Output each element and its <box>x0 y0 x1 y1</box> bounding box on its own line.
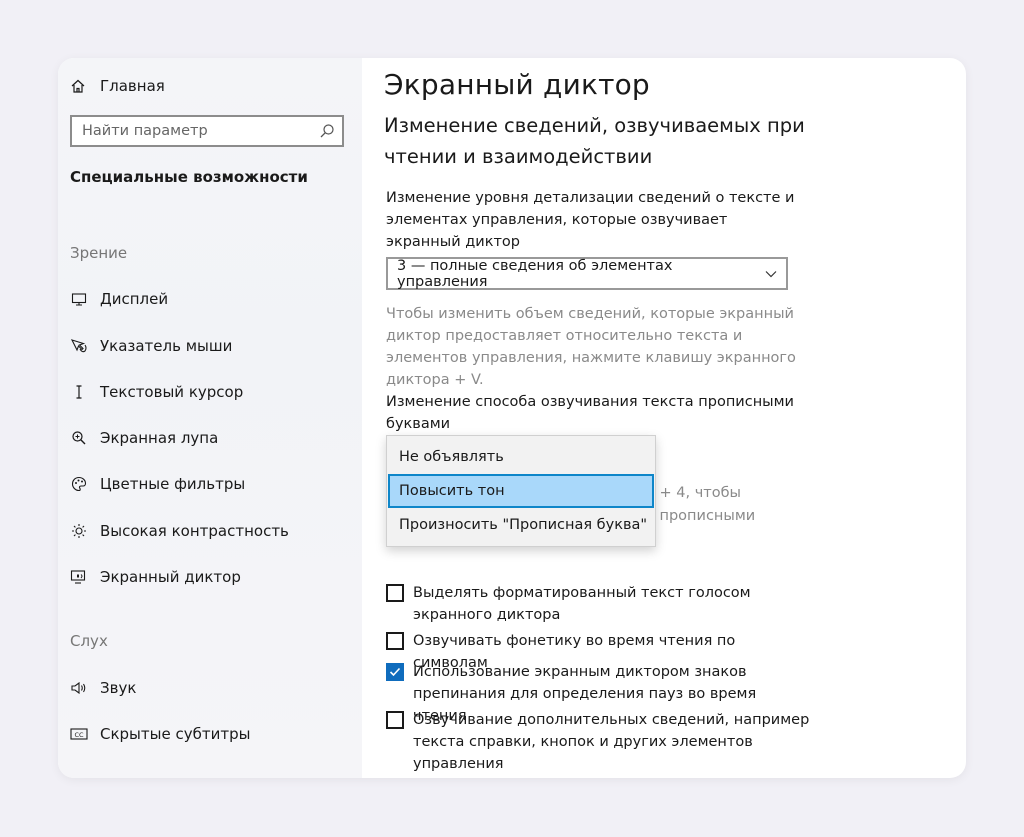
search-icon[interactable] <box>312 123 342 139</box>
speaker-icon <box>70 679 88 697</box>
extra-info-checkbox[interactable] <box>386 711 404 729</box>
checkbox-row-extra-info[interactable]: Озвучивание дополнительных сведений, нап… <box>386 709 813 775</box>
sidebar-item-label: Экранная лупа <box>100 429 219 447</box>
sidebar-item-magnifier[interactable]: Экранная лупа <box>70 426 350 450</box>
sidebar-item-label: Звук <box>100 679 137 697</box>
main-content: Экранный диктор Изменение сведений, озву… <box>384 58 944 778</box>
sidebar-item-high-contrast[interactable]: Высокая контрастность <box>70 519 350 543</box>
sidebar-item-label: Цветные фильтры <box>100 475 246 493</box>
sidebar-item-label: Указатель мыши <box>100 337 233 355</box>
sidebar: Главная Специальные возможности Зрение Д… <box>58 58 362 778</box>
text-cursor-icon <box>70 383 88 401</box>
sidebar-home[interactable]: Главная <box>70 74 165 98</box>
detail-level-select[interactable]: 3 — полные сведения об элементах управле… <box>386 257 788 290</box>
detail-level-label: Изменение уровня детализации сведений о … <box>386 190 795 250</box>
capitals-label: Изменение способа озвучивания текста про… <box>386 394 794 432</box>
search-box[interactable] <box>70 115 344 147</box>
sidebar-item-closed-captions[interactable]: CC Скрытые субтитры <box>70 722 350 746</box>
sidebar-item-label: Текстовый курсор <box>100 383 244 401</box>
sidebar-item-display[interactable]: Дисплей <box>70 287 350 311</box>
chevron-down-icon <box>756 269 786 279</box>
group-label-hearing: Слух <box>70 632 108 650</box>
dropdown-option-no-announce[interactable]: Не объявлять <box>387 440 655 474</box>
sidebar-item-label: Высокая контрастность <box>100 522 289 540</box>
section-title: Специальные возможности <box>70 168 308 186</box>
sidebar-home-label: Главная <box>100 77 165 95</box>
closed-captions-icon: CC <box>70 725 88 743</box>
narrator-icon <box>70 568 88 586</box>
obscured-hint-line-1: а + 4, чтобы <box>646 485 741 501</box>
home-icon <box>70 78 86 94</box>
svg-text:CC: CC <box>74 731 84 739</box>
formatted-text-checkbox[interactable] <box>386 584 404 602</box>
capitals-dropdown-list[interactable]: Не объявлять Повысить тон Произносить "П… <box>386 435 656 547</box>
magnifier-icon <box>70 429 88 447</box>
obscured-hint-line-2: а прописными <box>646 508 756 524</box>
settings-window: Главная Специальные возможности Зрение Д… <box>58 58 966 778</box>
sidebar-item-color-filters[interactable]: Цветные фильтры <box>70 472 350 496</box>
monitor-icon <box>70 290 88 308</box>
search-input[interactable] <box>72 117 312 145</box>
sidebar-item-text-cursor[interactable]: Текстовый курсор <box>70 380 350 404</box>
punctuation-pauses-checkbox[interactable] <box>386 663 404 681</box>
sidebar-item-mouse-pointer[interactable]: Указатель мыши <box>70 334 350 358</box>
sidebar-item-narrator[interactable]: Экранный диктор <box>70 565 350 589</box>
sun-icon <box>70 522 88 540</box>
detail-level-value: 3 — полные сведения об элементах управле… <box>397 257 673 290</box>
page-title: Экранный диктор <box>384 68 650 101</box>
group-label-vision: Зрение <box>70 244 128 262</box>
sidebar-item-label: Дисплей <box>100 290 169 308</box>
phonetics-checkbox[interactable] <box>386 632 404 650</box>
sidebar-item-label: Экранный диктор <box>100 568 241 586</box>
sidebar-item-label: Скрытые субтитры <box>100 725 251 743</box>
detail-level-hint: Чтобы изменить объем сведений, которые э… <box>386 306 796 388</box>
palette-icon <box>70 475 88 493</box>
checkbox-label: Озвучивание дополнительных сведений, нап… <box>413 712 810 772</box>
checkmark-icon <box>389 667 401 677</box>
sidebar-item-sound[interactable]: Звук <box>70 676 350 700</box>
dropdown-option-say-cap[interactable]: Произносить "Прописная буква" <box>387 508 655 542</box>
dropdown-option-raise-pitch[interactable]: Повысить тон <box>388 474 654 508</box>
mouse-pointer-icon <box>70 337 88 355</box>
section-subtitle: Изменение сведений, озвучиваемых при чте… <box>384 114 805 168</box>
checkbox-label: Выделять форматированный текст голосом э… <box>413 585 751 623</box>
checkbox-row-formatted-text[interactable]: Выделять форматированный текст голосом э… <box>386 582 813 626</box>
